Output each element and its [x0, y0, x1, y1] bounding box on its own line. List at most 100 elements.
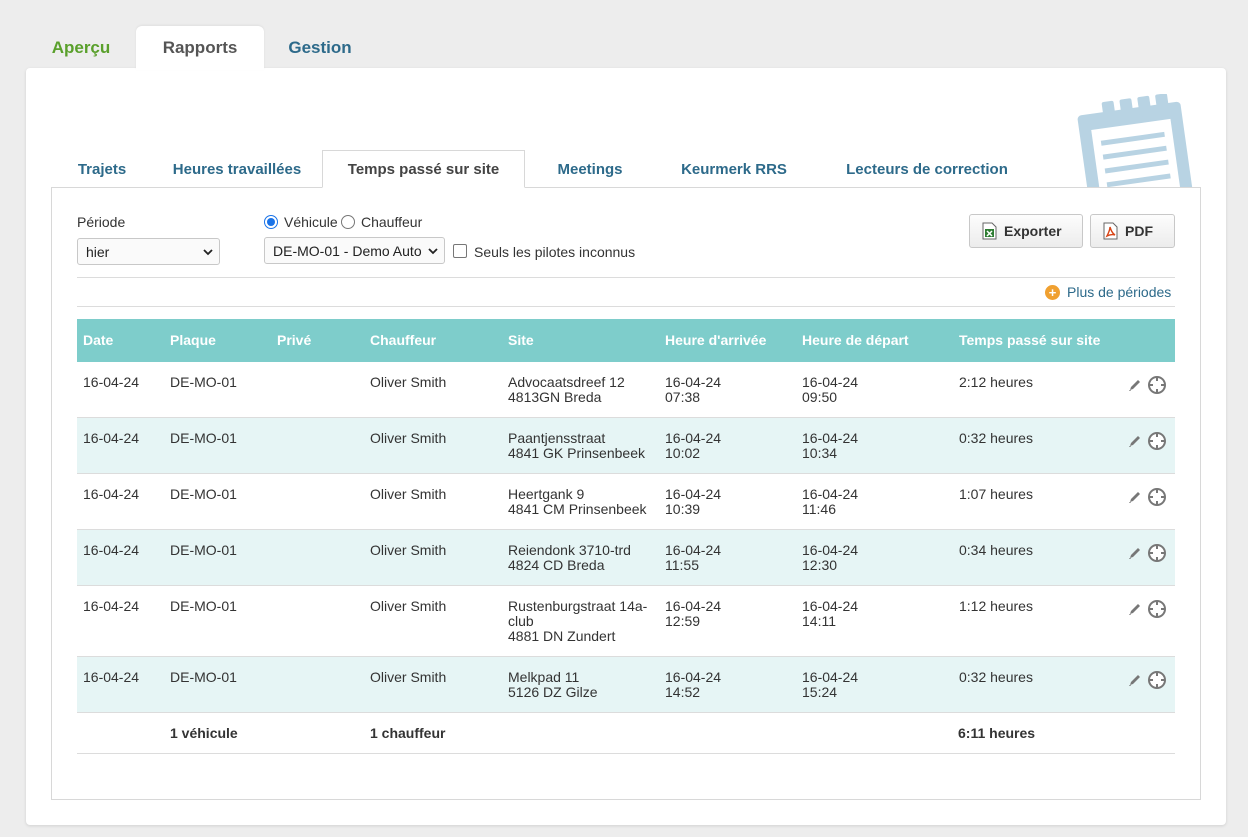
pencil-icon[interactable]: [1127, 601, 1143, 617]
row-actions: [1127, 431, 1167, 451]
cell-private: [277, 586, 370, 656]
arrival-time: 11:55: [665, 557, 699, 573]
cell-arrival: 16-04-24 11:55: [665, 530, 802, 585]
cell-date: 16-04-24: [83, 669, 140, 685]
header-arrival[interactable]: Heure d'arrivée: [665, 333, 802, 348]
header-departure[interactable]: Heure de départ: [802, 333, 959, 348]
departure-time: 11:46: [802, 501, 836, 517]
tab-trajets[interactable]: Trajets: [52, 150, 152, 188]
site-line: Heertgank 9: [508, 486, 585, 502]
pdf-label: PDF: [1125, 223, 1153, 239]
header-private[interactable]: Privé: [277, 333, 370, 348]
pencil-icon[interactable]: [1127, 489, 1143, 505]
cell-private: [277, 474, 370, 529]
tab-keurmerk-rrs[interactable]: Keurmerk RRS: [655, 150, 813, 188]
arrival-time: 10:02: [665, 445, 701, 461]
cell-arrival: 16-04-24 12:59: [665, 586, 802, 656]
pencil-icon[interactable]: [1127, 377, 1143, 393]
tab-apercu[interactable]: Aperçu: [26, 26, 136, 70]
table-row: 16-04-24 DE-MO-01 Oliver Smith Heertgank 94…: [77, 474, 1175, 530]
cell-departure: 16-04-24 10:34: [802, 418, 959, 473]
vehicle-value: DE-MO-01 - Demo Auto: [273, 242, 422, 259]
chevron-down-icon: [428, 248, 438, 255]
crosshair-icon[interactable]: [1147, 670, 1167, 690]
departure-date: 16-04-24: [802, 542, 859, 558]
arrival-time: 10:39: [665, 501, 701, 517]
vehicle-radio[interactable]: [264, 215, 278, 229]
departure-date: 16-04-24: [802, 374, 859, 390]
cell-site: Paantjensstraat 4841 GK Prinsenbeek: [508, 418, 665, 473]
cell-date: 16-04-24: [83, 374, 140, 390]
site-line: Advocaatsdreef 12: [508, 374, 625, 390]
unknown-drivers-checkbox[interactable]: [453, 244, 467, 258]
site-line: 4824 CD Breda: [508, 557, 605, 573]
cell-plate: DE-MO-01: [170, 430, 237, 446]
excel-icon: [982, 222, 997, 240]
pdf-button[interactable]: PDF: [1090, 214, 1175, 248]
cell-date: 16-04-24: [83, 486, 140, 502]
driver-radio-label: Chauffeur: [361, 214, 423, 230]
cell-departure: 16-04-24 14:11: [802, 586, 959, 656]
cell-site: Melkpad 11 5126 DZ Gilze: [508, 657, 665, 712]
header-duration[interactable]: Temps passé sur site: [959, 333, 1119, 348]
more-periods-label: Plus de périodes: [1067, 284, 1172, 300]
arrival-date: 16-04-24: [665, 669, 722, 685]
pencil-icon[interactable]: [1127, 433, 1143, 449]
table-row: 16-04-24 DE-MO-01 Oliver Smith Paantjensstr…: [77, 418, 1175, 474]
divider: [77, 277, 1175, 278]
tab-rapports[interactable]: Rapports: [136, 26, 264, 70]
cell-driver: Oliver Smith: [370, 374, 447, 390]
cell-date: 16-04-24: [83, 430, 140, 446]
cell-driver: Oliver Smith: [370, 669, 447, 685]
cell-duration: 0:32 heures: [959, 430, 1033, 446]
period-value: hier: [86, 243, 110, 260]
cell-driver: Oliver Smith: [370, 486, 447, 502]
departure-date: 16-04-24: [802, 430, 859, 446]
tab-gestion[interactable]: Gestion: [264, 26, 376, 70]
more-periods-link[interactable]: + Plus de périodes: [1045, 284, 1171, 300]
crosshair-icon[interactable]: [1147, 375, 1167, 395]
arrival-time: 14:52: [665, 684, 701, 700]
crosshair-icon[interactable]: [1147, 487, 1167, 507]
header-date[interactable]: Date: [77, 333, 170, 348]
driver-radio[interactable]: [341, 215, 355, 229]
period-select[interactable]: hier: [77, 238, 220, 265]
vehicle-select[interactable]: DE-MO-01 - Demo Auto: [264, 237, 445, 264]
header-plate[interactable]: Plaque: [170, 333, 277, 348]
site-line: Melkpad 11: [508, 669, 580, 685]
chevron-down-icon: [203, 249, 213, 256]
row-actions: [1127, 670, 1167, 690]
period-label: Période: [77, 214, 126, 230]
crosshair-icon[interactable]: [1147, 543, 1167, 563]
header-driver[interactable]: Chauffeur: [370, 333, 508, 348]
cell-departure: 16-04-24 12:30: [802, 530, 959, 585]
pdf-icon: [1103, 222, 1118, 240]
crosshair-icon[interactable]: [1147, 599, 1167, 619]
table-footer: 1 véhicule 1 chauffeur 6:11 heures: [77, 713, 1175, 754]
cell-site: Reiendonk 3710-trd 4824 CD Breda: [508, 530, 665, 585]
departure-time: 10:34: [802, 445, 838, 461]
pencil-icon[interactable]: [1127, 545, 1143, 561]
footer-total: 6:11 heures: [958, 724, 1036, 741]
cell-site: Heertgank 9 4841 CM Prinsenbeek: [508, 474, 665, 529]
cell-arrival: 16-04-24 10:02: [665, 418, 802, 473]
arrival-date: 16-04-24: [665, 542, 722, 558]
main-tabs: Aperçu Rapports Gestion: [26, 26, 376, 70]
departure-date: 16-04-24: [802, 669, 859, 685]
pencil-icon[interactable]: [1127, 672, 1143, 688]
report-panel: Période hier Véhicule Chauffeur DE-MO-01…: [51, 187, 1201, 800]
tab-meetings[interactable]: Meetings: [525, 150, 655, 188]
tab-heures-travaillees[interactable]: Heures travaillées: [152, 150, 322, 188]
table-row: 16-04-24 DE-MO-01 Oliver Smith Melkpad 11 51…: [77, 657, 1175, 713]
tab-temps-passe-sur-site[interactable]: Temps passé sur site: [322, 150, 525, 188]
row-actions: [1127, 375, 1167, 395]
crosshair-icon[interactable]: [1147, 431, 1167, 451]
table-row: 16-04-24 DE-MO-01 Oliver Smith Rustenburgst…: [77, 586, 1175, 657]
site-line: 4841 GK Prinsenbeek: [508, 445, 645, 461]
cell-date: 16-04-24: [83, 542, 140, 558]
tab-lecteurs-de-correction[interactable]: Lecteurs de correction: [813, 150, 1041, 188]
arrival-time: 07:38: [665, 389, 701, 405]
export-button[interactable]: Exporter: [969, 214, 1083, 248]
header-site[interactable]: Site: [508, 333, 665, 348]
cell-departure: 16-04-24 15:24: [802, 657, 959, 712]
